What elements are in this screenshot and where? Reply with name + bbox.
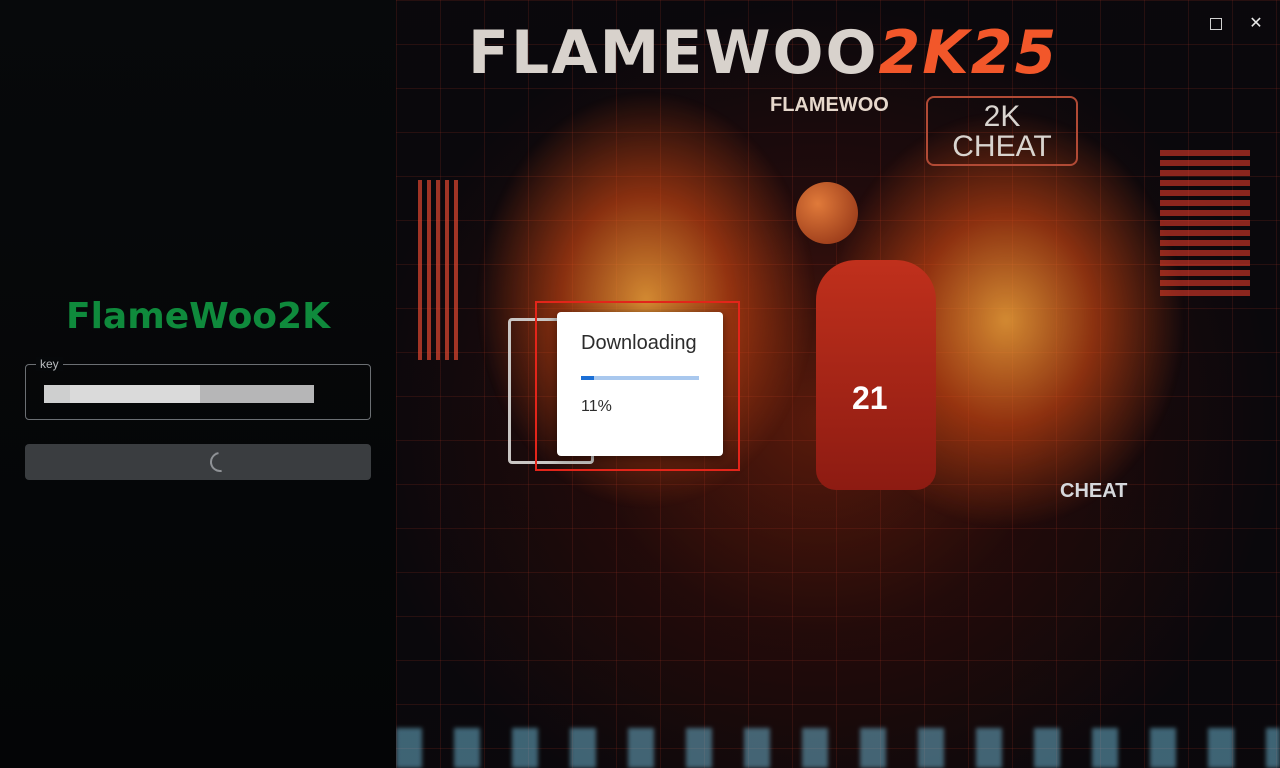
dialog-title: Downloading bbox=[581, 332, 697, 354]
poster-badge-line1: 2K bbox=[983, 100, 1021, 133]
jersey-number: 21 bbox=[852, 380, 888, 416]
redaction-mask bbox=[70, 385, 200, 403]
maximize-icon bbox=[1210, 18, 1222, 30]
progress-bar bbox=[581, 376, 699, 380]
loading-spinner-icon bbox=[206, 448, 234, 476]
submit-button[interactable] bbox=[25, 444, 371, 480]
player-illustration: 21 bbox=[816, 260, 936, 490]
redaction-mask bbox=[200, 385, 314, 403]
poster-subtitle: FLAMEWOO bbox=[770, 94, 889, 116]
login-panel: FlameWoo2K key bbox=[0, 0, 396, 768]
redaction-mask bbox=[44, 385, 70, 403]
poster-badge-line2: CHEAT bbox=[952, 130, 1052, 163]
poster-title: FLAMEWOO2K25 bbox=[468, 18, 1188, 88]
poster-title-accent: 2K25 bbox=[878, 18, 1059, 88]
close-button[interactable]: ✕ bbox=[1244, 12, 1268, 36]
poster-badge: 2K CHEAT bbox=[926, 96, 1078, 166]
key-label: key bbox=[36, 357, 63, 371]
app-title: FlameWoo2K bbox=[66, 296, 330, 337]
poster-title-main: FLAMEWOO bbox=[468, 18, 879, 88]
poster-artwork: FLAMEWOO2K25 FLAMEWOO 2K CHEAT CHEAT 21 bbox=[396, 0, 1280, 768]
progress-percent: 11% bbox=[581, 398, 612, 415]
progress-fill bbox=[581, 376, 594, 380]
close-icon: ✕ bbox=[1249, 15, 1263, 32]
download-dialog: Downloading 11% bbox=[557, 312, 723, 456]
poster-decor-left bbox=[418, 180, 462, 360]
basketball-illustration bbox=[796, 182, 858, 244]
key-input[interactable] bbox=[44, 385, 334, 403]
maximize-button[interactable] bbox=[1204, 12, 1228, 36]
poster-small-badge: CHEAT bbox=[1060, 480, 1128, 502]
key-field[interactable]: key bbox=[25, 357, 371, 420]
floor-lights bbox=[396, 728, 1280, 768]
